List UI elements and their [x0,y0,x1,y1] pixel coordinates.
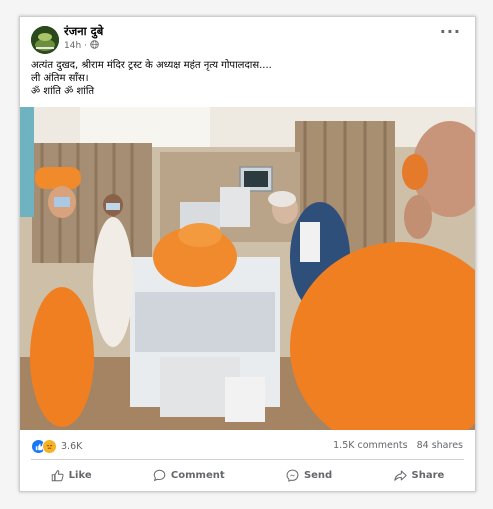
thumbs-up-icon [51,469,64,482]
sad-reaction-icon [42,439,57,454]
post-meta: 14h · [64,40,99,52]
post-caption: अत्यंत दुखद, श्रीराम मंदिर ट्रस्ट के अध्… [31,59,461,98]
like-label: Like [68,469,92,481]
reactions-count: 3.6K [61,441,83,452]
share-button[interactable]: Share [386,467,453,484]
shares-count[interactable]: 84 shares [417,440,463,451]
send-label: Send [303,469,333,481]
author-avatar[interactable] [31,26,59,54]
like-button[interactable]: Like [43,467,100,484]
comment-icon [153,469,166,482]
post-photo[interactable] [20,107,475,430]
author-name[interactable]: रंजना दुबे [64,24,103,39]
share-label: Share [411,469,445,481]
comment-label: Comment [170,469,225,481]
post-header: रंजना दुबे 14h · ··· अत्यंत दुखद, श्रीरा… [20,17,475,107]
globe-icon [90,40,99,52]
caption-line: अत्यंत दुखद, श्रीराम मंदिर ट्रस्ट के अध्… [31,60,272,71]
post-stats: 3.6K 1.5K comments 84 shares [20,431,475,459]
comments-count[interactable]: 1.5K comments [333,440,407,451]
facebook-post-card: रंजना दुबे 14h · ··· अत्यंत दुखद, श्रीरा… [19,16,476,492]
caption-line: ली अंतिम साँस। [31,73,89,84]
engagement-counts: 1.5K comments 84 shares [333,440,463,451]
reactions-summary[interactable]: 3.6K [31,439,82,454]
share-arrow-icon [393,469,407,482]
post-actions-bar: Like Comment Send Share [20,463,475,487]
divider [31,459,464,460]
dot-separator: · [84,41,88,51]
send-button[interactable]: Send [278,467,340,484]
messenger-icon [286,469,299,482]
post-time[interactable]: 14h [64,41,81,51]
caption-line: ॐ शांति ॐ शांति [31,86,95,97]
comment-button[interactable]: Comment [145,467,233,484]
more-options-icon[interactable]: ··· [440,24,461,40]
screenshot-frame: रंजना दुबे 14h · ··· अत्यंत दुखद, श्रीरा… [0,0,493,509]
